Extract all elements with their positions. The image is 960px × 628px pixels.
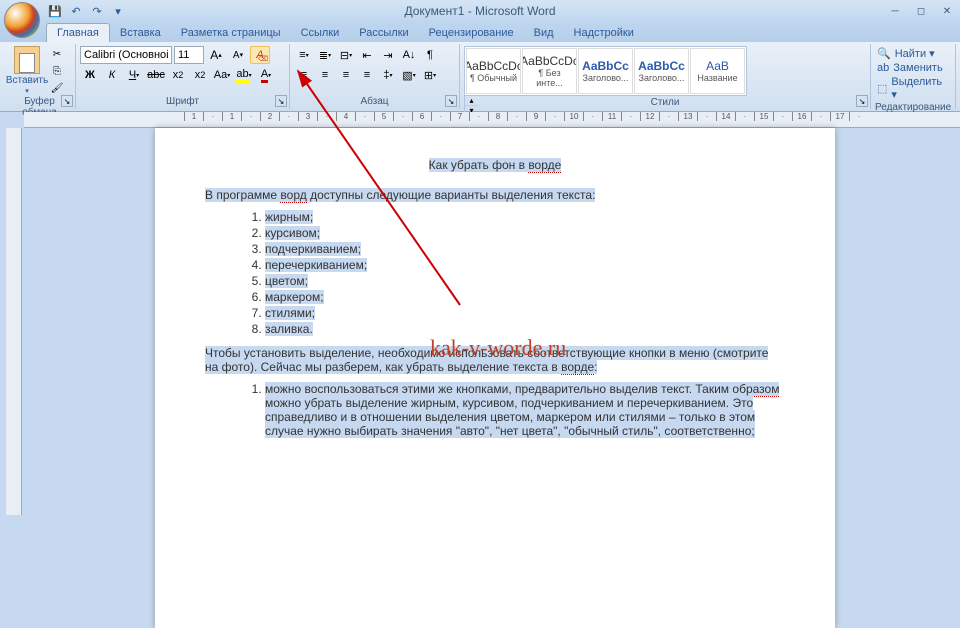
cursor-icon: ⬚ [877,82,887,95]
qat-save-icon[interactable]: 💾 [46,2,64,20]
list-item: перечеркиванием; [265,258,785,272]
select-button[interactable]: ⬚Выделить ▾ [875,75,951,102]
line-spacing-button[interactable]: ‡▾ [378,66,398,84]
watermark: kak-v-worde.ru [430,335,566,361]
list-item: цветом; [265,274,785,288]
styles-gallery[interactable]: AaBbCcDc¶ ОбычныйAaBbCcDc¶ Без инте...Aa… [464,46,747,96]
binoculars-icon: 🔍 [877,47,891,60]
highlight-color-button[interactable]: ab▾ [234,66,254,84]
superscript-button[interactable]: x2 [190,66,210,84]
restore-button[interactable]: ◻ [908,3,934,19]
doc-list: можно воспользоваться этими же кнопками,… [265,382,785,438]
font-dialog-launcher[interactable]: ↘ [275,95,287,107]
list-item: подчеркиванием; [265,242,785,256]
font-color-button[interactable]: A▾ [256,66,276,84]
grow-font-button[interactable]: A▴ [206,46,226,64]
bullets-button[interactable]: ≡▾ [294,46,314,64]
style-item[interactable]: AaBbCcDc¶ Обычный [466,48,521,94]
office-button[interactable] [4,2,40,38]
qat-customize-icon[interactable]: ▾ [109,2,127,20]
window-title: Документ1 - Microsoft Word [404,4,555,18]
italic-button[interactable]: К [102,66,122,84]
styles-group-label: Стили [460,97,870,108]
decrease-indent-button[interactable]: ⇤ [357,46,377,64]
shrink-font-button[interactable]: A▾ [228,46,248,64]
align-left-button[interactable]: ≡ [294,66,314,84]
list-item: маркером; [265,290,785,304]
vertical-ruler[interactable] [6,128,22,515]
list-item: жирным; [265,210,785,224]
justify-button[interactable]: ≡ [357,66,377,84]
tab-надстройки[interactable]: Надстройки [564,24,644,42]
numbering-button[interactable]: ≣▾ [315,46,335,64]
copy-icon[interactable]: ⎘ [48,63,66,79]
paste-label: Вставить [6,75,48,86]
style-item[interactable]: AaBbCcЗаголово... [578,48,633,94]
doc-list: жирным; курсивом; подчеркиванием; перечерки… [265,210,785,336]
tab-вставка[interactable]: Вставка [110,24,171,42]
clipboard-icon [14,46,40,74]
style-item[interactable]: AaBbCcЗаголово... [634,48,689,94]
list-item: курсивом; [265,226,785,240]
doc-title: Как убрать фон в ворде [205,158,785,172]
tab-вид[interactable]: Вид [524,24,564,42]
sort-button[interactable]: A↓ [399,46,419,64]
align-center-button[interactable]: ≡ [315,66,335,84]
clear-formatting-button[interactable]: A⌫ [250,46,270,64]
replace-icon: ab [877,62,889,74]
strikethrough-button[interactable]: abc [146,66,166,84]
styles-dialog-launcher[interactable]: ↘ [856,95,868,107]
cut-icon[interactable]: ✂ [48,46,66,62]
paste-button[interactable]: Вставить ▾ [8,46,46,96]
subscript-button[interactable]: x2 [168,66,188,84]
font-size-combo[interactable] [174,46,204,64]
close-button[interactable]: ✕ [934,3,960,19]
multilevel-list-button[interactable]: ⊟▾ [336,46,356,64]
font-name-combo[interactable] [80,46,172,64]
horizontal-ruler[interactable]: ⌐ 1·1·2·3·4·5·6·7·8·9·10·11·12·13·14·15·… [24,112,960,128]
borders-button[interactable]: ⊞▾ [420,66,440,84]
style-item[interactable]: AaBbCcDc¶ Без инте... [522,48,577,94]
show-marks-button[interactable]: ¶ [420,46,440,64]
document-page[interactable]: Как убрать фон в ворде В программе ворд … [155,128,835,628]
clipboard-dialog-launcher[interactable]: ↘ [61,95,73,107]
underline-button[interactable]: Ч▾ [124,66,144,84]
align-right-button[interactable]: ≡ [336,66,356,84]
format-painter-icon[interactable]: 🖌 [48,80,66,96]
tab-рецензирование[interactable]: Рецензирование [419,24,524,42]
change-case-button[interactable]: Aa▾ [212,66,232,84]
tab-ссылки[interactable]: Ссылки [291,24,350,42]
qat-redo-icon[interactable]: ↷ [88,2,106,20]
font-group-label: Шрифт [80,96,285,107]
qat-undo-icon[interactable]: ↶ [67,2,85,20]
style-item[interactable]: АаВНазвание [690,48,745,94]
tab-главная[interactable]: Главная [46,23,110,42]
increase-indent-button[interactable]: ⇥ [378,46,398,64]
tab-рассылки[interactable]: Рассылки [349,24,418,42]
paragraph-group-label: Абзац [294,96,455,107]
shading-button[interactable]: ▧▾ [399,66,419,84]
minimize-button[interactable]: ─ [882,3,908,19]
replace-button[interactable]: abЗаменить [875,61,951,75]
paragraph-dialog-launcher[interactable]: ↘ [445,95,457,107]
doc-paragraph: В программе ворд доступны следующие вари… [205,188,785,202]
bold-button[interactable]: Ж [80,66,100,84]
list-item: стилями; [265,306,785,320]
find-button[interactable]: 🔍Найти ▾ [875,46,951,61]
tab-разметка страницы[interactable]: Разметка страницы [171,24,291,42]
list-item: заливка. [265,322,785,336]
